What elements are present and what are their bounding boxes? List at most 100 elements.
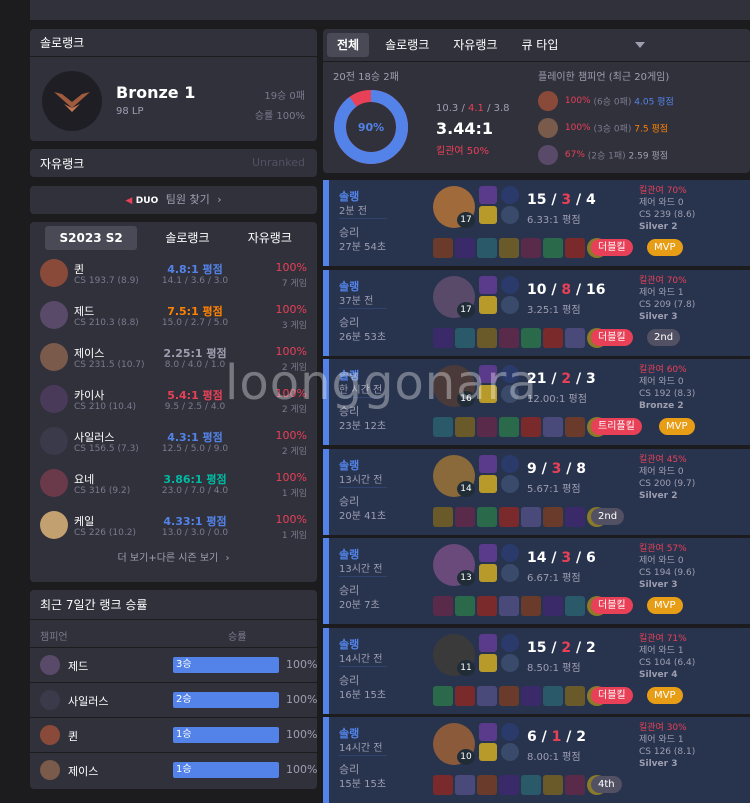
champion-avatar bbox=[40, 469, 68, 497]
match-card[interactable]: 솔랭 14시간 전 승리 15분 15초 10 6 / 1 / 2 8.00:1… bbox=[323, 717, 750, 803]
spell-icon bbox=[479, 743, 497, 761]
tab-flex-rank[interactable]: 자유랭크 bbox=[238, 226, 302, 250]
champion-row[interactable]: 사일러스 CS 156.5 (7.3) 4.3:1 평점 12.5 / 5.0 … bbox=[30, 420, 317, 462]
item-icon bbox=[499, 238, 519, 258]
champion-kda: 3.86:1 평점 bbox=[163, 473, 227, 486]
top-strip bbox=[30, 0, 750, 20]
item-icon bbox=[543, 685, 563, 706]
season-tabs: S2023 S2 솔로랭크 자유랭크 bbox=[30, 222, 317, 252]
item-icon bbox=[521, 596, 541, 616]
weekly-pct: 100% bbox=[286, 658, 318, 671]
match-duration: 20분 7초 bbox=[339, 600, 380, 611]
match-card[interactable]: 솔랭 2분 전 승리 27분 54초 17 15 / 3 / 4 6.33:1 … bbox=[323, 180, 750, 266]
tab-flex[interactable]: 자유랭크 bbox=[443, 33, 507, 57]
tab-all[interactable]: 전체 bbox=[327, 33, 370, 57]
more-button[interactable]: 더 보기+다른 시즌 보기 › bbox=[30, 549, 317, 564]
match-summary-card: 전체 솔로랭크 자유랭크 큐 타입 20전 18승 2패 90% 10.3 / … bbox=[323, 29, 750, 173]
match-items bbox=[433, 685, 607, 706]
match-time-ago: 2분 전 bbox=[339, 206, 367, 217]
match-kills: 9 bbox=[527, 460, 537, 477]
champion-winrate: 100% bbox=[275, 471, 307, 484]
match-card[interactable]: 솔랭 13시간 전 승리 20분 41초 14 9 / 3 / 8 5.67:1… bbox=[323, 448, 750, 535]
match-items bbox=[433, 506, 607, 527]
champion-avatar bbox=[40, 301, 68, 329]
item-icon bbox=[521, 506, 541, 527]
weekly-champion-name: 퀸 bbox=[68, 730, 79, 743]
match-champion-level: 17 bbox=[457, 301, 475, 318]
champion-kda: 4.3:1 평점 bbox=[167, 431, 223, 444]
spell-icon bbox=[479, 454, 497, 473]
match-assists: 16 bbox=[585, 281, 606, 298]
weekly-row: 제드 3승 100% bbox=[30, 647, 317, 682]
match-stats: 킬관여 70% 제어 와드 0 CS 239 (8.6) Silver 2 bbox=[639, 185, 695, 233]
spell-icon bbox=[479, 474, 497, 493]
match-avg-rank: Silver 4 bbox=[639, 669, 678, 680]
champion-row[interactable]: 제드 CS 210.3 (8.8) 7.5:1 평점 15.0 / 2.7 / … bbox=[30, 294, 317, 336]
champion-name: 퀸 bbox=[74, 263, 85, 276]
flex-rank-status: Unranked bbox=[252, 156, 305, 169]
item-icon bbox=[433, 238, 453, 258]
played-champion-row: 67% (2승 1패) 2.59 평점 bbox=[538, 145, 668, 167]
rune-icon bbox=[501, 186, 519, 204]
match-avg-rank: Silver 2 bbox=[639, 490, 678, 501]
match-cs: CS 126 (8.1) bbox=[639, 747, 696, 757]
played-title: 플레이한 챔피언 (최근 20게임) bbox=[538, 72, 670, 83]
champion-cs: CS 231.5 (10.7) bbox=[74, 360, 145, 370]
weekly-win-bar: 2승 bbox=[173, 692, 279, 708]
match-badge: 더블킬 bbox=[591, 328, 633, 346]
match-kda: 15 / 2 / 2 bbox=[527, 639, 596, 656]
champion-cs: CS 210.3 (8.8) bbox=[74, 318, 139, 328]
item-icon bbox=[477, 238, 497, 258]
champion-cs: CS 193.7 (8.9) bbox=[74, 276, 139, 286]
summary-record: 20전 18승 2패 bbox=[333, 72, 399, 83]
item-icon bbox=[499, 506, 519, 527]
champion-row[interactable]: 퀸 CS 193.7 (8.9) 4.8:1 평점 14.1 / 3.6 / 3… bbox=[30, 252, 317, 294]
item-icon bbox=[455, 506, 475, 527]
item-icon bbox=[433, 596, 453, 616]
champion-row[interactable]: 케일 CS 226 (10.2) 4.33:1 평점 13.0 / 3.0 / … bbox=[30, 504, 317, 546]
match-kp: 킬관여 60% bbox=[639, 365, 687, 375]
summary-assists: 3.8 bbox=[493, 103, 510, 114]
champion-games: 1 게임 bbox=[281, 531, 307, 541]
rank-record: 19승 0패 bbox=[264, 91, 305, 102]
item-icon bbox=[455, 238, 475, 258]
item-icon bbox=[565, 417, 585, 437]
rune-icon bbox=[501, 633, 519, 652]
match-wards: 제어 와드 1 bbox=[639, 645, 684, 656]
match-wards: 제어 와드 1 bbox=[639, 287, 684, 298]
queue-dropdown-icon[interactable] bbox=[635, 39, 645, 49]
rune-icon bbox=[501, 454, 519, 473]
match-kp: 킬관여 70% bbox=[639, 186, 687, 196]
item-icon bbox=[455, 327, 475, 348]
tab-queue-type[interactable]: 큐 타입 bbox=[511, 33, 568, 57]
played-kda: 2.59 평점 bbox=[628, 151, 669, 162]
duo-label: 팀원 찾기 bbox=[165, 193, 210, 206]
match-card[interactable]: 솔랭 14시간 전 승리 16분 15초 11 15 / 2 / 2 8.50:… bbox=[323, 627, 750, 714]
match-ratio: 8.50:1 평점 bbox=[527, 662, 581, 674]
match-card[interactable]: 솔랭 37분 전 승리 26분 53초 17 10 / 8 / 16 3.25:… bbox=[323, 269, 750, 356]
match-duration: 15분 15초 bbox=[339, 779, 387, 790]
champion-avatar bbox=[40, 655, 60, 675]
duo-finder-button[interactable]: ◀ DUO 팀원 찾기 › bbox=[30, 186, 317, 214]
item-icon bbox=[499, 685, 519, 706]
match-duration: 23분 12초 bbox=[339, 421, 387, 432]
bronze-emblem-icon bbox=[54, 92, 90, 112]
tab-s2023-s2[interactable]: S2023 S2 bbox=[45, 226, 138, 250]
champion-avatar bbox=[40, 725, 60, 745]
match-items bbox=[433, 596, 607, 616]
champion-row[interactable]: 요네 CS 316 (9.2) 3.86:1 평점 23.0 / 7.0 / 4… bbox=[30, 462, 317, 504]
item-icon bbox=[477, 596, 497, 616]
match-kda: 6 / 1 / 2 bbox=[527, 729, 586, 745]
match-card[interactable]: 솔랭 13시간 전 승리 20분 7초 13 14 / 3 / 6 6.67:1… bbox=[323, 538, 750, 624]
champion-winrate: 100% bbox=[275, 261, 307, 274]
rank-emblem bbox=[42, 71, 102, 131]
champion-kda: 4.33:1 평점 bbox=[163, 515, 227, 528]
tab-solo-rank[interactable]: 솔로랭크 bbox=[155, 226, 219, 250]
match-deaths: 1 bbox=[551, 729, 562, 745]
champion-name: 카이사 bbox=[74, 389, 105, 402]
tab-solo[interactable]: 솔로랭크 bbox=[375, 33, 439, 57]
champion-name: 제이스 bbox=[74, 347, 105, 360]
item-icon bbox=[543, 417, 563, 437]
match-avg-rank: Silver 3 bbox=[639, 580, 678, 590]
item-icon bbox=[543, 596, 563, 616]
